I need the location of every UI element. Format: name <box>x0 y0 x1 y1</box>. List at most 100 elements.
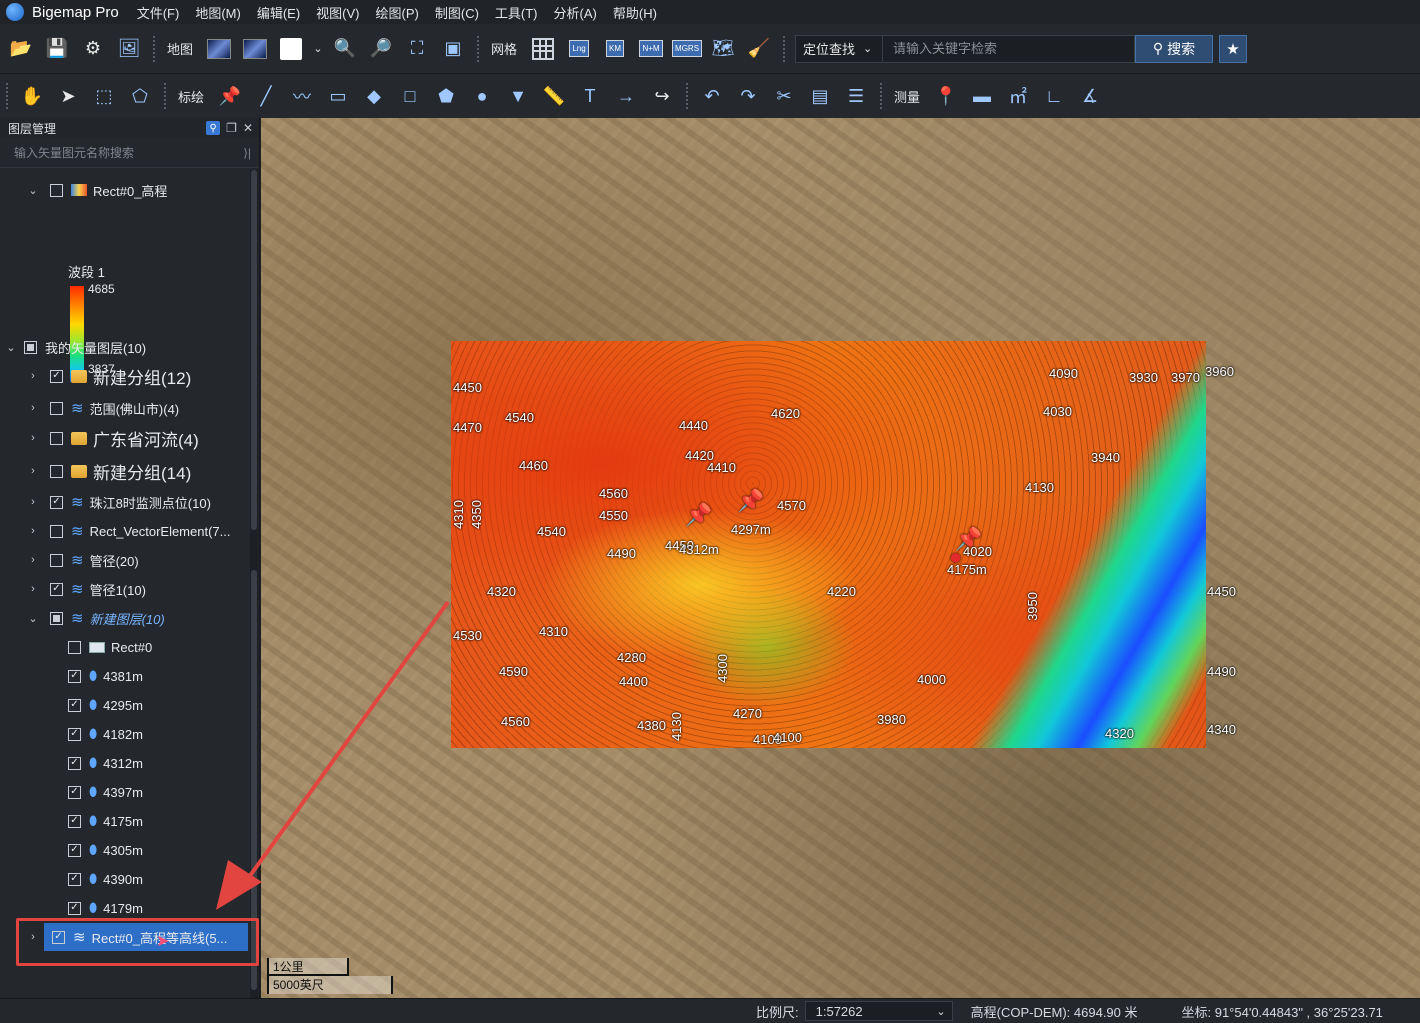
layer-checkbox[interactable]: ✓ <box>50 582 63 596</box>
select-box-icon[interactable]: ⬚ <box>89 81 119 111</box>
select-polygon-icon[interactable]: ⬠ <box>125 81 155 111</box>
float-window-icon[interactable]: ❐ <box>226 121 237 135</box>
layer-row-point[interactable]: ✓ ⬮ 4182m <box>58 720 143 748</box>
layer-row-point[interactable]: ✓ ⬮ 4381m <box>58 662 143 690</box>
chevron-right-icon[interactable]: › <box>26 370 40 382</box>
menu-file[interactable]: 文件(F) <box>137 3 180 22</box>
export-image-icon[interactable]: 🗺 <box>708 34 738 64</box>
close-icon[interactable]: ✕ <box>243 121 253 135</box>
full-extent-icon[interactable]: ⛶ <box>402 34 432 64</box>
layer-checkbox[interactable]: ✓ <box>68 901 81 915</box>
arrow-icon[interactable]: → <box>611 81 641 111</box>
scissors-icon[interactable]: ✂ <box>769 81 799 111</box>
layer-row-foshan[interactable]: › ≋ 范围(佛山市)(4) <box>26 394 179 422</box>
chevron-right-icon[interactable]: › <box>26 402 40 414</box>
chevron-down-icon[interactable]: ⌄ <box>26 184 40 197</box>
layer-row-rivers[interactable]: › 广东省河流(4) <box>26 424 199 452</box>
zoom-out-icon[interactable]: 🔎 <box>366 34 396 64</box>
layer-row-rect0[interactable]: Rect#0 <box>58 633 152 661</box>
chevron-right-icon[interactable]: › <box>26 554 40 566</box>
layer-checkbox[interactable]: ✓ <box>68 669 81 683</box>
layer-checkbox[interactable] <box>50 553 63 567</box>
layer-checkbox[interactable]: ✓ <box>68 872 81 886</box>
favorite-star-icon[interactable]: ★ <box>1219 34 1248 63</box>
image-icon[interactable]: 🖼 <box>114 34 144 64</box>
nm-grid-icon[interactable]: N+M <box>636 34 666 64</box>
layer-checkbox[interactable] <box>50 183 63 197</box>
curve-arrow-icon[interactable]: ↪ <box>647 81 677 111</box>
mgrs-grid-icon[interactable]: MGRS <box>672 34 703 64</box>
map-pin-icon[interactable]: 📌 <box>685 502 712 528</box>
chevron-down-icon[interactable]: ⌄ <box>4 341 18 354</box>
layer-checkbox[interactable] <box>50 611 63 625</box>
layer-tree-scrollbar[interactable] <box>250 170 258 998</box>
menu-analysis[interactable]: 分析(A) <box>554 3 597 22</box>
layer-row-point[interactable]: ✓ ⬮ 4312m <box>58 749 143 777</box>
sector-icon[interactable]: ▼ <box>503 81 533 111</box>
measure-point-icon[interactable]: 📍 <box>931 81 961 111</box>
layer-row-pipe-20[interactable]: › ≋ 管径(20) <box>26 546 139 574</box>
layer-checkbox[interactable]: ✓ <box>50 495 63 509</box>
search-icon[interactable]: ⚲ <box>206 121 221 135</box>
layer-row-point[interactable]: ✓ ⬮ 4397m <box>58 778 143 806</box>
layer-checkbox[interactable]: ✓ <box>68 843 81 857</box>
undo-icon[interactable]: ↶ <box>697 81 727 111</box>
layer-row-group-12[interactable]: › ✓ 新建分组(12) <box>26 362 191 390</box>
layer-checkbox[interactable] <box>68 640 81 654</box>
basemap-thumb-1[interactable] <box>204 34 234 64</box>
menu-view[interactable]: 视图(V) <box>316 3 359 22</box>
menu-cartography[interactable]: 制图(C) <box>435 3 479 22</box>
pan-hand-icon[interactable]: ✋ <box>17 81 47 111</box>
layer-checkbox[interactable]: ✓ <box>50 369 63 383</box>
map-canvas[interactable]: 4450 4470 4540 4460 4440 4620 4420 4410 … <box>261 118 1420 998</box>
pentagon-icon[interactable]: ⬟ <box>431 81 461 111</box>
layer-checkbox[interactable]: ✓ <box>68 814 81 828</box>
layer-checkbox[interactable]: ✓ <box>68 698 81 712</box>
layer-row-pipe1[interactable]: › ✓ ≋ 管径1(10) <box>26 575 146 603</box>
grid-icon[interactable] <box>528 34 558 64</box>
map-pin-icon[interactable]: 📌 <box>737 488 764 514</box>
layer-row-rect-vector[interactable]: › ≋ Rect_VectorElement(7... <box>26 517 230 545</box>
square-icon[interactable]: □ <box>395 81 425 111</box>
layer-row-group-14[interactable]: › 新建分组(14) <box>26 457 191 485</box>
line-icon[interactable]: ╱ <box>251 81 281 111</box>
scrollbar-thumb[interactable] <box>251 170 257 530</box>
layer-checkbox[interactable]: ✓ <box>68 756 81 770</box>
chevron-down-icon[interactable]: ⌄ <box>312 34 324 64</box>
layer-row-point[interactable]: ✓ ⬮ 4390m <box>58 865 143 893</box>
rectangle-icon[interactable]: ▭ <box>323 81 353 111</box>
chevron-right-icon[interactable]: › <box>26 496 40 508</box>
collapse-panel-icon[interactable]: ⟩| <box>243 146 251 160</box>
layer-row-point[interactable]: ✓ ⬮ 4295m <box>58 691 143 719</box>
layer-checkbox[interactable] <box>50 431 63 445</box>
layer-checkbox[interactable] <box>24 340 37 354</box>
ruler-text-icon[interactable]: 📏 <box>539 81 569 111</box>
freehand-icon[interactable]: 〰 <box>287 81 317 111</box>
measure-angle-icon[interactable]: ∡ <box>1075 81 1105 111</box>
search-input[interactable] <box>883 34 1136 63</box>
save-icon[interactable]: 💾 <box>42 34 72 64</box>
clear-brush-icon[interactable]: 🧹 <box>744 34 774 64</box>
menu-map[interactable]: 地图(M) <box>195 3 241 22</box>
settings-gear-icon[interactable]: ⚙ <box>78 34 108 64</box>
chevron-right-icon[interactable]: › <box>26 465 40 477</box>
pushpin-icon[interactable]: 📌 <box>215 81 245 111</box>
menu-tools[interactable]: 工具(T) <box>495 3 538 22</box>
scale-dropdown[interactable]: 1:57262 ⌄ <box>804 1001 953 1021</box>
menu-help[interactable]: 帮助(H) <box>613 3 657 22</box>
layer-row-monitor-points[interactable]: › ✓ ≋ 珠江8时监测点位(10) <box>26 488 211 516</box>
basemap-color-button[interactable] <box>276 34 306 64</box>
circle-icon[interactable]: ● <box>467 81 497 111</box>
chevron-right-icon[interactable]: › <box>26 583 40 595</box>
layer-checkbox[interactable] <box>50 464 63 478</box>
polygon-icon[interactable]: ◆ <box>359 81 389 111</box>
locate-dropdown[interactable]: 定位查找 ⌄ <box>795 34 884 63</box>
basemap-thumb-2[interactable] <box>240 34 270 64</box>
select-arrow-icon[interactable]: ➤ <box>53 81 83 111</box>
zoom-in-icon[interactable]: 🔍 <box>330 34 360 64</box>
chevron-right-icon[interactable]: › <box>26 432 40 444</box>
open-folder-icon[interactable]: 📂 <box>6 34 36 64</box>
layer-checkbox[interactable] <box>50 401 63 415</box>
km-grid-icon[interactable]: KM <box>600 34 630 64</box>
layer-checkbox[interactable]: ✓ <box>68 785 81 799</box>
